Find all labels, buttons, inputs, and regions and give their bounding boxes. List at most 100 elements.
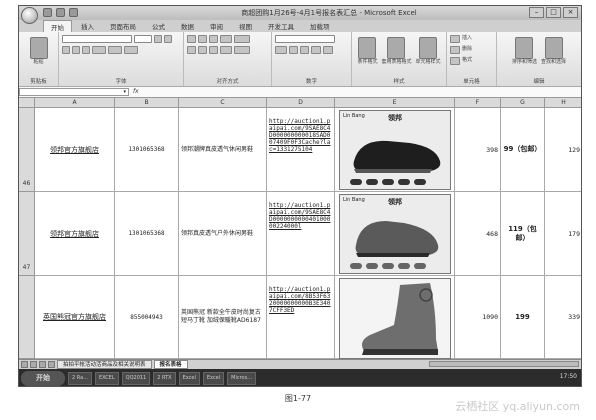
font-name-select[interactable] xyxy=(62,35,132,43)
fill-color-icon[interactable] xyxy=(108,46,122,54)
row-header[interactable] xyxy=(19,276,35,359)
product-image[interactable]: Lin Bang 领邦 xyxy=(339,110,451,190)
row-header[interactable]: 46 xyxy=(19,108,35,192)
indent-icon[interactable] xyxy=(220,46,232,54)
url-cell[interactable]: http://auction1.paipai.com/8B53F63200000… xyxy=(267,276,335,359)
shop-cell[interactable]: 领邦官方旗舰店 xyxy=(35,192,115,276)
taskbar-item[interactable]: Micros... xyxy=(227,372,256,385)
number-format-select[interactable] xyxy=(275,35,335,43)
percent-icon[interactable] xyxy=(289,46,298,54)
align-right-icon[interactable] xyxy=(209,46,218,54)
taskbar-item[interactable]: Excel xyxy=(178,372,200,385)
font-size-select[interactable] xyxy=(134,35,152,43)
tab-developer[interactable]: 开发工具 xyxy=(261,20,301,32)
font-color-icon[interactable] xyxy=(124,46,138,54)
price-group-cell[interactable]: 99（包邮） xyxy=(501,108,545,192)
shrink-font-icon[interactable] xyxy=(164,35,172,43)
tab-addins[interactable]: 加载项 xyxy=(303,20,337,32)
select-all-button[interactable] xyxy=(19,98,35,108)
next-sheet-button[interactable] xyxy=(39,361,46,368)
product-image[interactable] xyxy=(339,278,451,359)
id-cell[interactable]: 855004943 xyxy=(115,276,179,359)
tab-review[interactable]: 审阅 xyxy=(203,20,230,32)
first-sheet-button[interactable] xyxy=(21,361,28,368)
taskbar-item[interactable]: EXCEL xyxy=(94,372,119,385)
taskbar-item[interactable]: 2 RTX xyxy=(153,372,176,385)
redo-icon[interactable] xyxy=(69,8,78,17)
last-sheet-button[interactable] xyxy=(48,361,55,368)
tab-formulas[interactable]: 公式 xyxy=(145,20,172,32)
price-original-cell[interactable]: 468 xyxy=(455,192,501,276)
tab-home[interactable]: 开始 xyxy=(43,20,72,32)
price-market-cell[interactable]: 179 xyxy=(545,192,581,276)
merge-center-icon[interactable] xyxy=(234,46,250,54)
align-center-icon[interactable] xyxy=(198,46,207,54)
sort-filter-button[interactable]: 排序和筛选 xyxy=(512,35,537,83)
bold-icon[interactable] xyxy=(62,46,70,54)
row-header[interactable]: 47 xyxy=(19,192,35,276)
cell-styles-button[interactable]: 单元格样式 xyxy=(416,35,441,83)
product-cell[interactable]: 英国熊冠 新款全牛皮时尚复古短马丁靴 加绒保暖靴AD6187 xyxy=(179,276,267,359)
delete-cells-icon[interactable] xyxy=(450,46,460,54)
price-original-cell[interactable]: 398 xyxy=(455,108,501,192)
taskbar-item[interactable]: 2 Ra... xyxy=(68,372,92,385)
column-header[interactable]: B xyxy=(115,98,179,108)
save-icon[interactable] xyxy=(43,8,52,17)
wrap-text-icon[interactable] xyxy=(234,35,250,43)
column-header[interactable]: A xyxy=(35,98,115,108)
name-box[interactable]: ▾ xyxy=(19,88,129,96)
italic-icon[interactable] xyxy=(72,46,80,54)
product-cell[interactable]: 领邦潮牌真皮透气休闲男鞋 xyxy=(179,108,267,192)
format-cells-icon[interactable] xyxy=(450,57,460,65)
align-bottom-icon[interactable] xyxy=(209,35,218,43)
fx-icon[interactable]: fx xyxy=(133,88,139,95)
column-header[interactable]: G xyxy=(501,98,545,108)
close-button[interactable]: × xyxy=(563,7,578,18)
shop-cell[interactable]: 领邦官方旗舰店 xyxy=(35,108,115,192)
price-market-cell[interactable]: 339 xyxy=(545,276,581,359)
align-top-icon[interactable] xyxy=(187,35,196,43)
insert-cells-icon[interactable] xyxy=(450,35,460,43)
tab-page-layout[interactable]: 页面布局 xyxy=(103,20,143,32)
price-group-cell[interactable]: 199 xyxy=(501,276,545,359)
taskbar-item[interactable]: QQ2011 xyxy=(121,372,151,385)
prev-sheet-button[interactable] xyxy=(30,361,37,368)
align-left-icon[interactable] xyxy=(187,46,196,54)
conditional-format-button[interactable]: 条件格式 xyxy=(357,35,377,83)
increase-decimal-icon[interactable] xyxy=(311,46,321,54)
align-middle-icon[interactable] xyxy=(198,35,207,43)
column-header[interactable]: C xyxy=(179,98,267,108)
id-cell[interactable]: 1301065368 xyxy=(115,108,179,192)
comma-icon[interactable] xyxy=(300,46,309,54)
column-header[interactable]: H xyxy=(545,98,581,108)
underline-icon[interactable] xyxy=(82,46,90,54)
paste-icon[interactable] xyxy=(29,37,48,59)
grow-font-icon[interactable] xyxy=(154,35,162,43)
column-header[interactable]: E xyxy=(335,98,455,108)
price-group-cell[interactable]: 119（包邮） xyxy=(501,192,545,276)
shop-cell[interactable]: 英国熊冠官方旗舰店 xyxy=(35,276,115,359)
decrease-decimal-icon[interactable] xyxy=(323,46,333,54)
column-header[interactable]: D xyxy=(267,98,335,108)
start-button[interactable]: 开始 xyxy=(21,371,65,386)
undo-icon[interactable] xyxy=(56,8,65,17)
product-image[interactable]: Lin Bang 领邦 xyxy=(339,194,451,274)
product-cell[interactable]: 领邦真皮透气户外休闲男鞋 xyxy=(179,192,267,276)
find-select-button[interactable]: 查找和选择 xyxy=(541,35,566,83)
id-cell[interactable]: 1301065368 xyxy=(115,192,179,276)
price-market-cell[interactable]: 129 xyxy=(545,108,581,192)
currency-icon[interactable] xyxy=(275,46,287,54)
column-header[interactable]: F xyxy=(455,98,501,108)
sheet-tab[interactable]: 拍拍平帐活动活商品及相关说明表 xyxy=(57,360,152,369)
horizontal-scrollbar[interactable] xyxy=(429,361,579,367)
url-cell[interactable]: http://auction1.paipai.com/9SAE8C4D00000… xyxy=(267,108,335,192)
orientation-icon[interactable] xyxy=(220,35,232,43)
maximize-button[interactable]: □ xyxy=(546,7,561,18)
url-cell[interactable]: http://auction1.paipai.com/9SAE8C4D00000… xyxy=(267,192,335,276)
sheet-tab-active[interactable]: 报名表格 xyxy=(153,360,188,369)
price-original-cell[interactable]: 1090 xyxy=(455,276,501,359)
tab-insert[interactable]: 插入 xyxy=(74,20,101,32)
minimize-button[interactable]: – xyxy=(529,7,544,18)
border-icon[interactable] xyxy=(92,46,106,54)
tab-data[interactable]: 数据 xyxy=(174,20,201,32)
